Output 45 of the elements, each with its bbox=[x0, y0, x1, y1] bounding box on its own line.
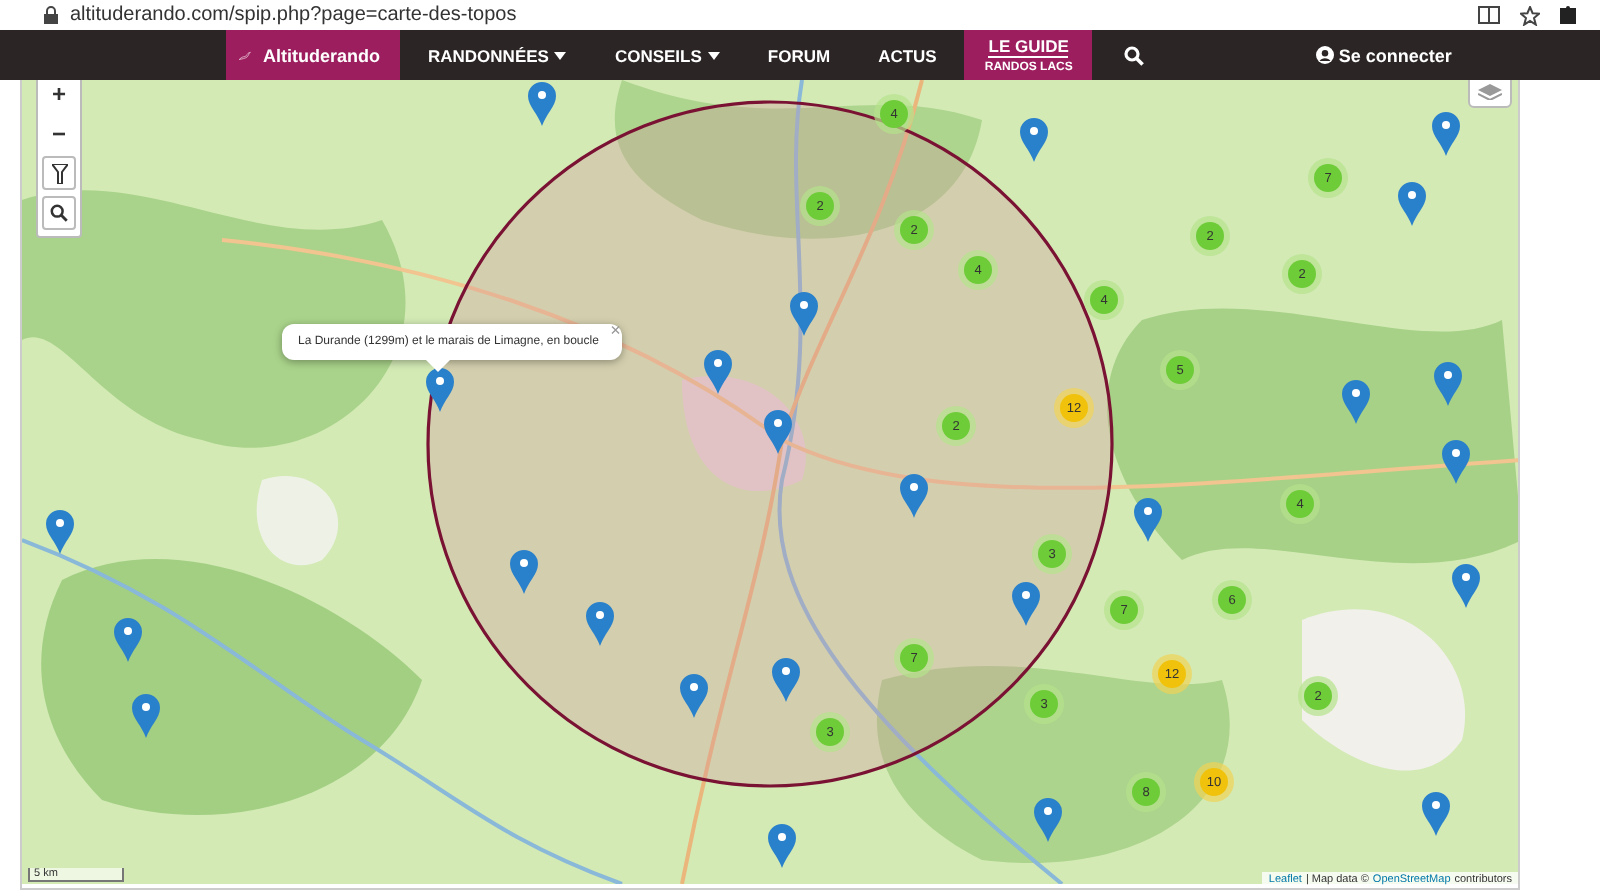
map-marker-icon[interactable] bbox=[1398, 182, 1426, 226]
nav-item[interactable]: ACTUS bbox=[858, 30, 957, 80]
map-marker-icon[interactable] bbox=[1012, 582, 1040, 626]
map-marker-icon[interactable] bbox=[764, 410, 792, 454]
map-marker-icon[interactable] bbox=[704, 350, 732, 394]
map-marker-icon[interactable] bbox=[528, 82, 556, 126]
lock-icon bbox=[44, 6, 58, 24]
layers-button[interactable] bbox=[1468, 80, 1512, 108]
search-icon[interactable] bbox=[1124, 45, 1145, 65]
nav-item[interactable]: FORUM bbox=[747, 30, 851, 80]
map-marker-icon[interactable] bbox=[510, 550, 538, 594]
map-marker-icon[interactable] bbox=[114, 618, 142, 662]
map-marker-icon[interactable] bbox=[1452, 564, 1480, 608]
map-marker-icon[interactable] bbox=[1020, 118, 1048, 162]
brand-name: Altituderando bbox=[263, 45, 380, 65]
map-marker-icon[interactable] bbox=[1442, 440, 1470, 484]
map-marker-icon[interactable] bbox=[768, 824, 796, 868]
map-marker-icon[interactable] bbox=[900, 474, 928, 518]
map-marker-icon[interactable] bbox=[46, 510, 74, 554]
layers-icon bbox=[1478, 84, 1502, 100]
star-icon[interactable] bbox=[1520, 5, 1540, 25]
map-marker-icon[interactable] bbox=[790, 292, 818, 336]
user-icon bbox=[1316, 46, 1335, 64]
nav-item[interactable]: RANDONNÉES bbox=[408, 30, 587, 80]
nav-item[interactable]: CONSEILS bbox=[594, 30, 740, 80]
map-marker-icon[interactable] bbox=[1134, 498, 1162, 542]
map-marker-icon[interactable] bbox=[1034, 798, 1062, 842]
filter-button[interactable] bbox=[42, 156, 76, 190]
map-marker-icon[interactable] bbox=[1432, 112, 1460, 156]
map-marker-icon[interactable] bbox=[586, 602, 614, 646]
map-marker-icon[interactable] bbox=[772, 658, 800, 702]
search-icon bbox=[50, 204, 68, 222]
search-button[interactable] bbox=[42, 196, 76, 230]
map-marker-icon[interactable] bbox=[1434, 362, 1462, 406]
filter-icon bbox=[51, 163, 67, 183]
url-text[interactable]: altituderando.com/spip.php?page=carte-des-topos bbox=[70, 4, 517, 26]
reader-icon[interactable] bbox=[1478, 6, 1500, 24]
login-link[interactable]: Se connecter bbox=[1316, 30, 1452, 80]
brand-logo[interactable]: Altituderando bbox=[226, 30, 400, 80]
map-marker-icon[interactable] bbox=[426, 368, 454, 412]
map-marker-icon[interactable] bbox=[1422, 792, 1450, 836]
puzzle-icon[interactable] bbox=[1560, 5, 1576, 25]
map-marker-icon[interactable] bbox=[132, 694, 160, 738]
map-marker-icon[interactable] bbox=[1342, 380, 1370, 424]
map-marker-icon[interactable] bbox=[680, 674, 708, 718]
